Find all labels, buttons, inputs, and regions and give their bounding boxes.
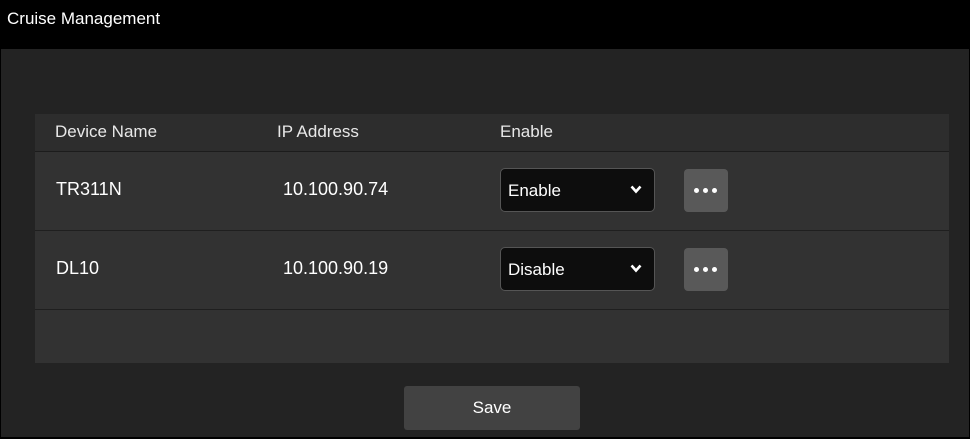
more-dots-icon bbox=[712, 188, 717, 193]
more-dots-icon bbox=[703, 188, 708, 193]
device-name-cell: TR311N bbox=[56, 179, 122, 199]
more-dots-icon bbox=[712, 267, 717, 272]
more-dots-icon bbox=[703, 267, 708, 272]
more-dots-icon bbox=[694, 267, 699, 272]
window-title: Cruise Management bbox=[7, 9, 161, 28]
table-row: TR311N 10.100.90.74 Enable bbox=[35, 152, 949, 231]
cruise-management-window: Cruise Management Device Name IP Address… bbox=[1, 1, 969, 437]
more-dots-icon bbox=[694, 188, 699, 193]
more-options-button[interactable] bbox=[684, 248, 728, 291]
table-row: DL10 10.100.90.19 Disable bbox=[35, 231, 949, 310]
device-table: Device Name IP Address Enable TR311N 10.… bbox=[35, 114, 949, 363]
column-header-device-name: Device Name bbox=[55, 122, 158, 141]
save-button[interactable]: Save bbox=[404, 386, 580, 430]
column-header-enable: Enable bbox=[500, 122, 553, 141]
title-bar: Cruise Management bbox=[1, 1, 969, 49]
column-header-ip-address: IP Address bbox=[277, 122, 359, 141]
enable-select-value: Enable bbox=[508, 181, 561, 200]
enable-select[interactable]: Disable bbox=[500, 247, 655, 291]
enable-select[interactable]: Enable bbox=[500, 168, 655, 212]
chevron-down-icon bbox=[630, 264, 642, 273]
device-name-cell: DL10 bbox=[56, 258, 100, 278]
more-options-button[interactable] bbox=[684, 169, 728, 212]
ip-address-cell: 10.100.90.74 bbox=[283, 179, 389, 199]
chevron-down-icon bbox=[630, 185, 642, 194]
table-header: Device Name IP Address Enable bbox=[35, 114, 949, 152]
enable-select-value: Disable bbox=[508, 260, 565, 279]
ip-address-cell: 10.100.90.19 bbox=[283, 258, 389, 278]
